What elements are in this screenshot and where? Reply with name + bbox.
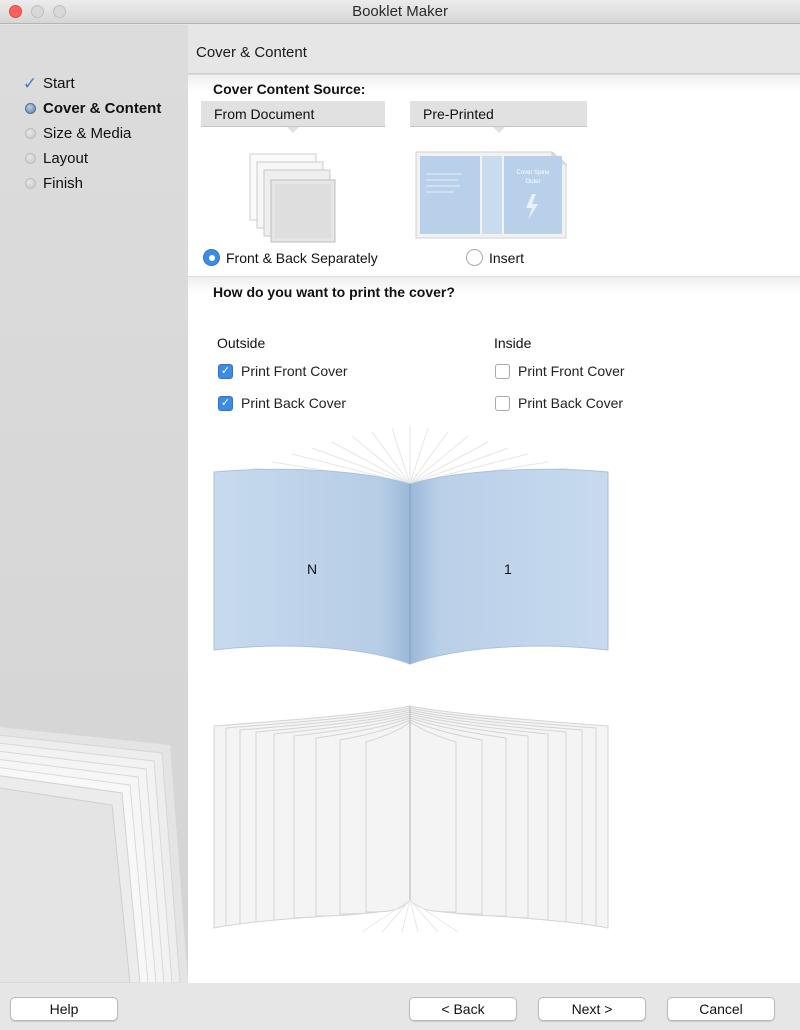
outside-heading: Outside [217, 335, 266, 351]
inside-print-back-cover[interactable]: Print Back Cover [495, 395, 623, 411]
inside-print-front-cover[interactable]: Print Front Cover [495, 363, 625, 379]
step-dot-icon [22, 176, 38, 192]
option-front-back-separately[interactable]: Front & Back Separately [203, 249, 378, 266]
step-finish: Finish [22, 171, 161, 196]
step-label: Size & Media [43, 125, 132, 142]
preprinted-art-text: Outer [525, 179, 540, 185]
step-label: Cover & Content [43, 100, 162, 117]
minimize-window-button[interactable] [31, 5, 44, 18]
main-panel: Cover Content Source: From Document Pre-… [188, 73, 800, 983]
checkbox-label: Print Back Cover [518, 395, 624, 411]
step-cover-content: Cover & Content [22, 96, 161, 121]
checkbox-label: Print Front Cover [241, 363, 348, 379]
option-label: Front & Back Separately [226, 249, 378, 266]
outside-print-back-cover[interactable]: ✓ Print Back Cover [218, 395, 346, 411]
back-button[interactable]: < Back [409, 997, 517, 1021]
step-dot-icon [22, 126, 38, 142]
print-cover-heading: How do you want to print the cover? [213, 284, 455, 300]
option-label: Insert [489, 249, 525, 266]
step-label: Layout [43, 150, 89, 167]
inside-cover-preview [213, 705, 609, 933]
right-page-label: 1 [504, 561, 512, 577]
footer-bar: Help < Back Next > Cancel [0, 983, 800, 1030]
outside-cover-preview [213, 426, 609, 665]
checkbox-checked-icon[interactable]: ✓ [218, 395, 233, 411]
step-dot-icon [22, 151, 38, 167]
checkbox-label: Print Front Cover [518, 363, 625, 379]
radio-unselected-icon[interactable] [466, 249, 483, 266]
checkmark-icon: ✓ [22, 73, 38, 93]
step-size-media: Size & Media [22, 121, 161, 146]
step-label: Finish [43, 175, 84, 192]
radio-selected-icon[interactable] [203, 249, 220, 266]
outside-print-front-cover[interactable]: ✓ Print Front Cover [218, 363, 348, 379]
current-step-dot-icon [22, 101, 38, 117]
close-window-button[interactable] [9, 5, 22, 18]
preprinted-cover-icon: Cover Spine Outer [415, 150, 568, 239]
preprinted-art-text: Cover Spine [516, 170, 550, 176]
cover-source-heading: Cover Content Source: [213, 81, 366, 97]
cancel-button[interactable]: Cancel [667, 997, 775, 1021]
decorative-pages-illustration [0, 727, 188, 983]
tab-pre-printed[interactable]: Pre-Printed [410, 101, 587, 133]
help-button[interactable]: Help [10, 997, 118, 1021]
step-layout: Layout [22, 146, 161, 171]
next-button[interactable]: Next > [538, 997, 646, 1021]
zoom-window-button[interactable] [53, 5, 66, 18]
window-title: Booklet Maker [352, 3, 448, 20]
checkbox-checked-icon[interactable]: ✓ [218, 363, 233, 379]
title-bar: Booklet Maker [0, 0, 800, 24]
wizard-sidebar: ✓ Start Cover & Content Size & Media Lay… [0, 25, 188, 983]
wizard-steps: ✓ Start Cover & Content Size & Media Lay… [22, 71, 161, 196]
inside-heading: Inside [494, 335, 532, 351]
tab-from-document[interactable]: From Document [201, 101, 385, 133]
checkbox-label: Print Back Cover [241, 395, 347, 411]
page-title: Cover & Content [196, 44, 307, 61]
option-insert[interactable]: Insert [466, 249, 524, 266]
step-start: ✓ Start [22, 71, 161, 96]
document-pages-icon [249, 153, 336, 243]
step-label: Start [43, 75, 75, 92]
checkbox-unchecked-icon[interactable] [495, 363, 510, 379]
left-page-label: N [307, 561, 318, 577]
checkbox-unchecked-icon[interactable] [495, 395, 510, 411]
